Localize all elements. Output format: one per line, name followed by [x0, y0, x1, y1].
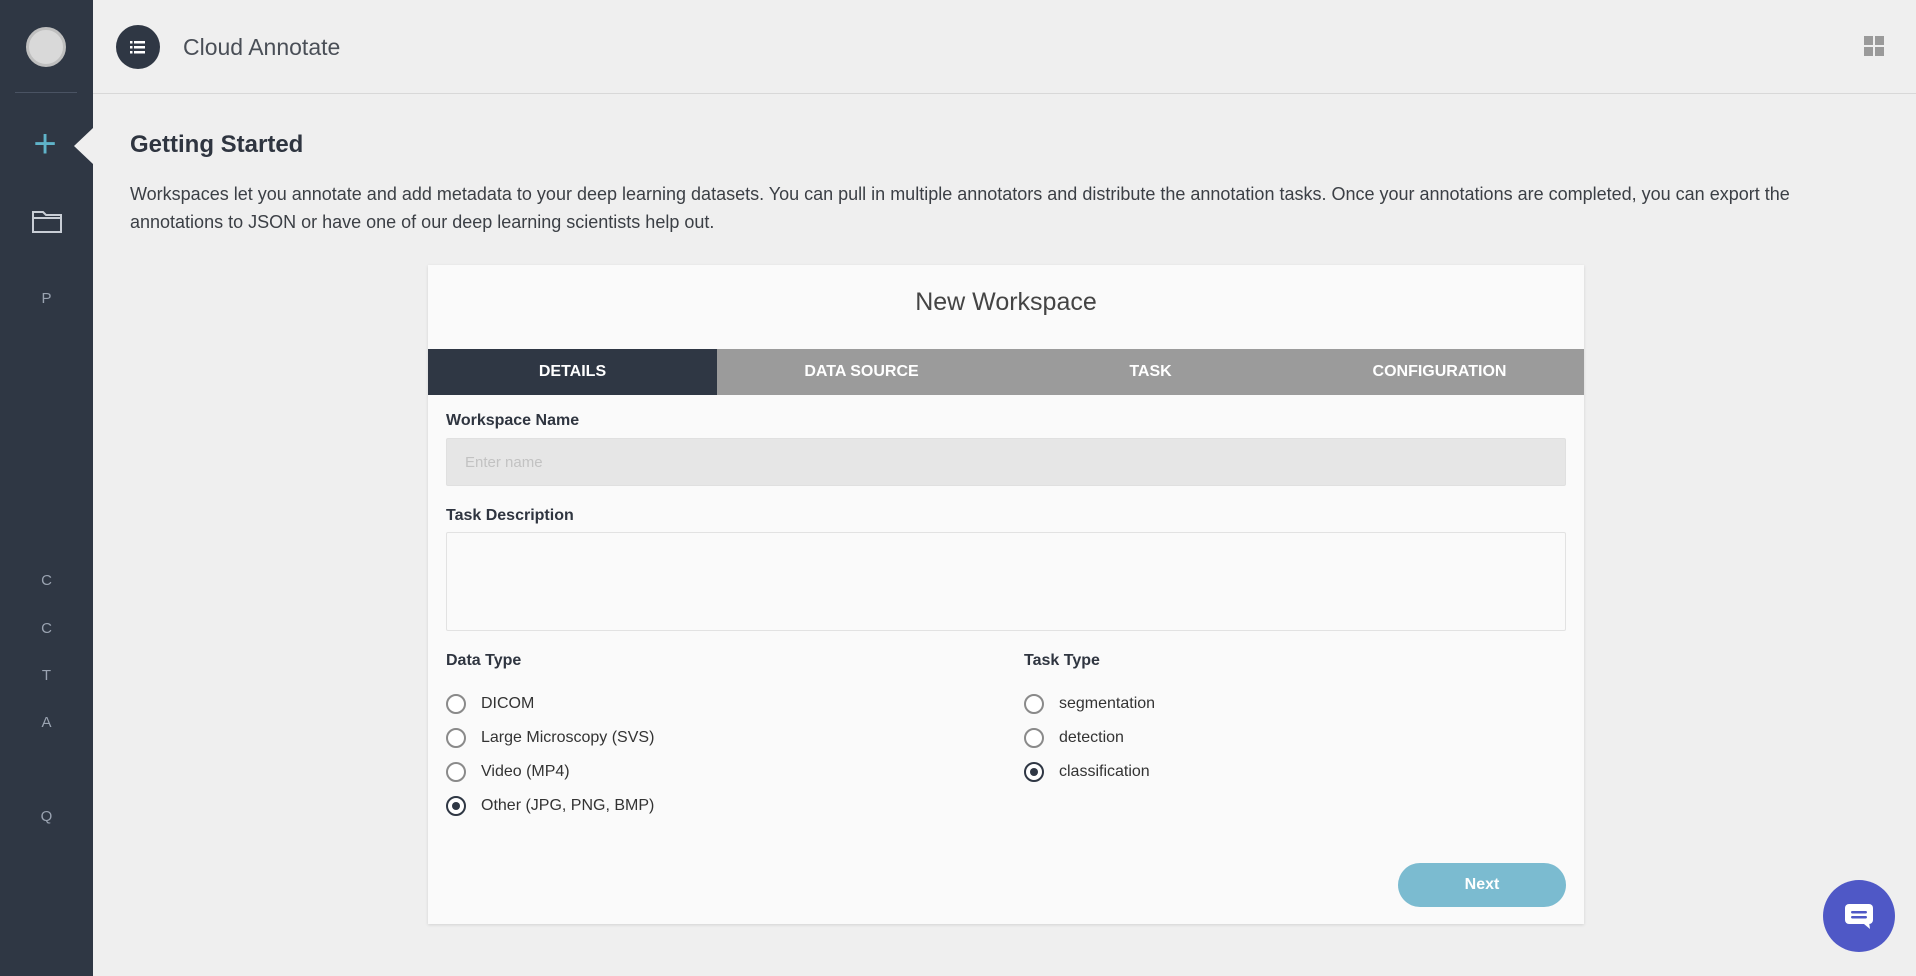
sidebar-item-q[interactable]: Q [0, 808, 93, 825]
radio-button[interactable] [446, 694, 466, 714]
data-type-option-svs[interactable]: Large Microscopy (SVS) [446, 728, 654, 748]
intro-text: Workspaces let you annotate and add meta… [130, 184, 1790, 232]
chat-icon [1845, 904, 1873, 929]
grid-icon[interactable] [1864, 36, 1884, 56]
workspace-name-input[interactable] [446, 438, 1566, 486]
header: Cloud Annotate [93, 0, 1916, 94]
radio-button-selected[interactable] [1024, 762, 1044, 782]
radio-button[interactable] [1024, 694, 1044, 714]
radio-label: detection [1059, 729, 1124, 746]
active-indicator [74, 128, 93, 164]
workspace-name-label: Workspace Name [446, 412, 580, 429]
sidebar-item-c1[interactable]: C [0, 572, 93, 589]
sidebar-item-t[interactable]: T [0, 667, 93, 684]
data-type-option-dicom[interactable]: DICOM [446, 694, 534, 714]
plus-icon[interactable]: + [30, 124, 60, 164]
data-type-label: Data Type [446, 652, 522, 669]
sidebar-item-a[interactable]: A [0, 714, 93, 731]
radio-button[interactable] [446, 728, 466, 748]
radio-label: classification [1059, 763, 1150, 780]
folder-icon[interactable] [31, 208, 63, 234]
radio-button[interactable] [1024, 728, 1044, 748]
data-type-option-other[interactable]: Other (JPG, PNG, BMP) [446, 796, 654, 816]
page-title: Getting Started [130, 131, 304, 158]
radio-label: Video (MP4) [481, 763, 570, 780]
task-type-option-segmentation[interactable]: segmentation [1024, 694, 1155, 714]
list-icon [130, 41, 145, 54]
next-button[interactable]: Next [1398, 863, 1566, 907]
card-title: New Workspace [915, 288, 1097, 316]
task-type-label: Task Type [1024, 652, 1100, 669]
tab-task[interactable]: TASK [1006, 349, 1295, 395]
sidebar-item-p[interactable]: P [0, 290, 93, 307]
task-description-label: Task Description [446, 507, 574, 524]
chat-button[interactable] [1823, 880, 1895, 952]
task-type-option-detection[interactable]: detection [1024, 728, 1124, 748]
radio-button[interactable] [446, 762, 466, 782]
tab-data-source[interactable]: DATA SOURCE [717, 349, 1006, 395]
data-type-option-video[interactable]: Video (MP4) [446, 762, 570, 782]
radio-label: segmentation [1059, 695, 1156, 712]
menu-button[interactable] [116, 25, 160, 69]
app-title: Cloud Annotate [183, 34, 341, 60]
tab-details[interactable]: DETAILS [428, 349, 717, 395]
new-workspace-card: New Workspace DETAILS DATA SOURCE TASK C… [428, 265, 1584, 924]
task-description-input[interactable] [446, 532, 1566, 631]
avatar[interactable] [26, 27, 66, 67]
radio-label: DICOM [481, 695, 535, 712]
sidebar-item-c2[interactable]: C [0, 620, 93, 637]
wizard-tabs: DETAILS DATA SOURCE TASK CONFIGURATION [428, 349, 1584, 395]
radio-label: Large Microscopy (SVS) [481, 729, 655, 746]
radio-button-selected[interactable] [446, 796, 466, 816]
sidebar: + P C C T A Q [0, 0, 93, 976]
sidebar-divider [15, 92, 77, 93]
radio-label: Other (JPG, PNG, BMP) [481, 797, 655, 814]
task-type-option-classification[interactable]: classification [1024, 762, 1150, 782]
tab-configuration[interactable]: CONFIGURATION [1295, 349, 1584, 395]
